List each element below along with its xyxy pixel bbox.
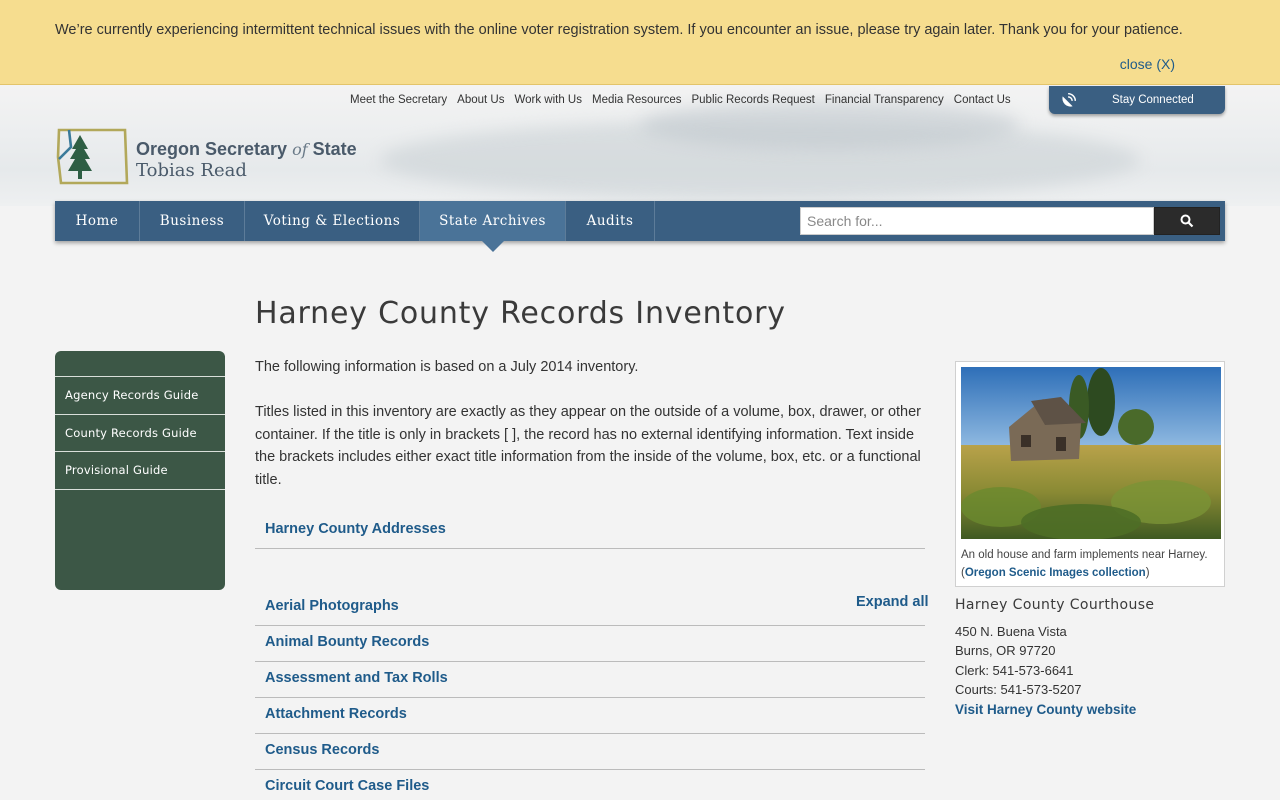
sidebar-item-provisional-guide[interactable]: Provisional Guide <box>55 451 225 488</box>
mountain-decoration <box>640 100 1020 150</box>
satellite-dish-icon <box>1062 92 1077 107</box>
record-row: Animal Bounty Records <box>255 626 925 662</box>
record-link-aerial-photographs[interactable]: Aerial Photographs <box>265 598 399 614</box>
record-row: Census Records <box>255 734 925 770</box>
alert-close-link[interactable]: close (X) <box>1120 56 1175 72</box>
search-icon <box>1180 214 1194 228</box>
courthouse-courts-phone: Courts: 541-573-5207 <box>955 682 1082 697</box>
sidebar-nav: Agency Records Guide County Records Guid… <box>55 351 225 590</box>
record-row: Assessment and Tax Rolls <box>255 662 925 698</box>
utility-link-contact-us[interactable]: Contact Us <box>954 94 1011 106</box>
utility-link-work-with-us[interactable]: Work with Us <box>514 94 582 106</box>
page-title: Harney County Records Inventory <box>255 296 786 331</box>
intro-paragraph: The following information is based on a … <box>255 359 639 375</box>
stay-connected-button[interactable]: Stay Connected <box>1049 86 1225 114</box>
search-input[interactable] <box>800 207 1154 235</box>
photo-figure: An old house and farm implements near Ha… <box>955 361 1225 587</box>
utility-link-media-resources[interactable]: Media Resources <box>592 94 681 106</box>
record-link-assessment-tax-rolls[interactable]: Assessment and Tax Rolls <box>265 670 448 686</box>
utility-link-financial-transparency[interactable]: Financial Transparency <box>825 94 944 106</box>
alert-banner: We’re currently experiencing intermitten… <box>0 0 1280 85</box>
utility-nav: Meet the Secretary About Us Work with Us… <box>350 94 1011 106</box>
site-logo[interactable]: Oregon Secretary of State Tobias Read <box>55 127 385 187</box>
sidebar-item-agency-records-guide[interactable]: Agency Records Guide <box>55 376 225 413</box>
utility-link-meet-secretary[interactable]: Meet the Secretary <box>350 94 447 106</box>
logo-subtitle: Tobias Read <box>136 160 247 181</box>
courthouse-street: 450 N. Buena Vista <box>955 624 1067 639</box>
utility-link-about-us[interactable]: About Us <box>457 94 504 106</box>
record-row: Aerial Photographs <box>255 590 925 626</box>
record-link-animal-bounty-records[interactable]: Animal Bounty Records <box>265 634 429 650</box>
courthouse-heading: Harney County Courthouse <box>955 597 1155 613</box>
nav-home[interactable]: Home <box>55 201 140 241</box>
record-link-attachment-records[interactable]: Attachment Records <box>265 706 407 722</box>
oregon-logo-icon <box>56 128 129 185</box>
visit-county-website-link[interactable]: Visit Harney County website <box>955 702 1136 717</box>
search-button[interactable] <box>1154 207 1220 235</box>
nav-business[interactable]: Business <box>140 201 245 241</box>
sidebar-divider <box>55 489 225 490</box>
titles-note-paragraph: Titles listed in this inventory are exac… <box>255 404 922 488</box>
record-link-census-records[interactable]: Census Records <box>265 742 379 758</box>
courthouse-clerk-phone: Clerk: 541-573-6641 <box>955 663 1074 678</box>
record-row: Attachment Records <box>255 698 925 734</box>
nav-audits[interactable]: Audits <box>566 201 655 241</box>
nav-voting-elections[interactable]: Voting & Elections <box>245 201 420 241</box>
record-link-circuit-court-case-files[interactable]: Circuit Court Case Files <box>265 778 429 794</box>
record-row: Circuit Court Case Files <box>255 770 925 800</box>
photo-caption: An old house and farm implements near Ha… <box>961 549 1208 579</box>
addresses-link[interactable]: Harney County Addresses <box>265 521 446 537</box>
utility-link-public-records[interactable]: Public Records Request <box>691 94 814 106</box>
oregon-scenic-images-link[interactable]: Oregon Scenic Images collection <box>965 567 1146 579</box>
harney-house-photo <box>961 367 1221 539</box>
stay-connected-label: Stay Connected <box>1112 94 1194 106</box>
alert-message: We’re currently experiencing intermitten… <box>55 22 1183 38</box>
sidebar-item-county-records-guide[interactable]: County Records Guide <box>55 414 225 451</box>
courthouse-city: Burns, OR 97720 <box>955 643 1056 658</box>
logo-title: Oregon Secretary of State <box>136 139 357 159</box>
addresses-row: Harney County Addresses <box>255 513 925 549</box>
nav-state-archives[interactable]: State Archives <box>420 201 566 252</box>
